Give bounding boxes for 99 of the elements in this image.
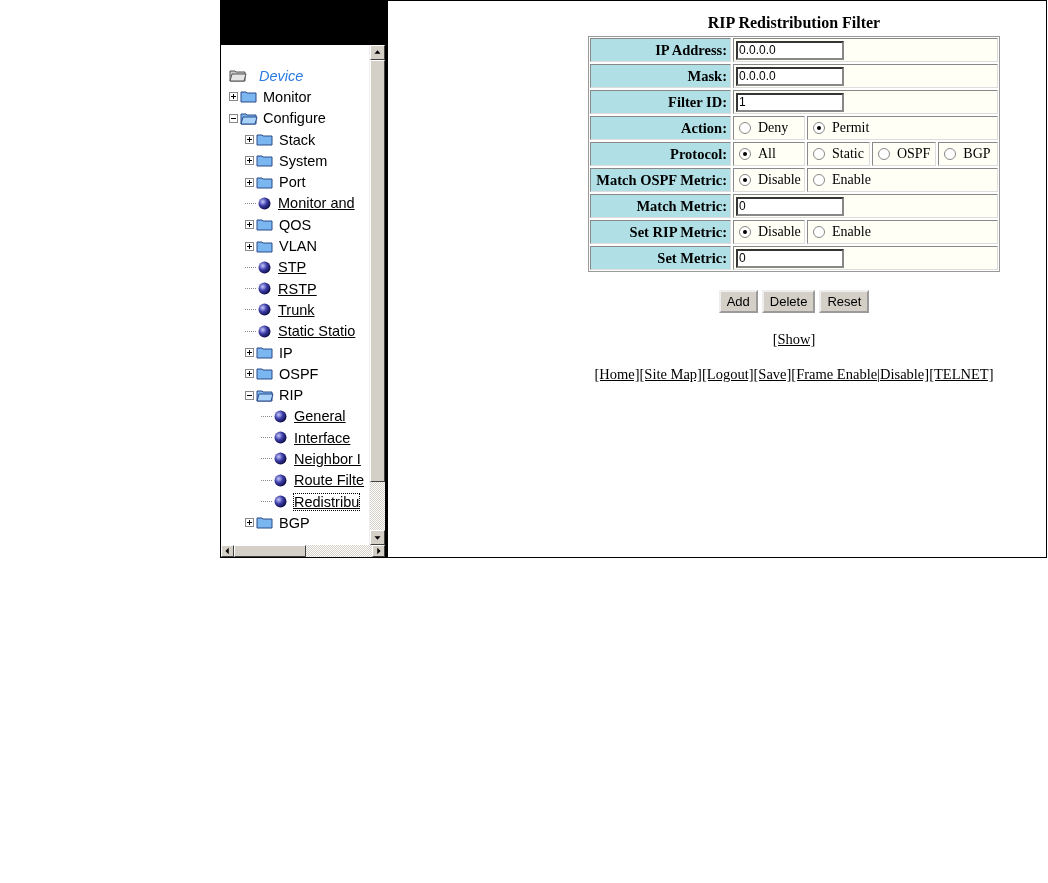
folder-icon xyxy=(240,111,258,125)
field-label: Filter ID: xyxy=(590,90,731,114)
tree-folder[interactable]: System xyxy=(279,152,328,169)
text-field[interactable]: 0 xyxy=(736,248,844,268)
field-label: Protocol: xyxy=(590,142,731,166)
folder-icon xyxy=(229,69,247,83)
radio-button[interactable] xyxy=(813,174,825,186)
radio-button[interactable] xyxy=(813,122,825,134)
scroll-right-icon[interactable] xyxy=(372,545,385,557)
folder-icon xyxy=(256,367,274,381)
expand-icon[interactable] xyxy=(245,177,254,187)
ball-icon xyxy=(258,324,271,338)
show-link[interactable]: [Show] xyxy=(772,331,816,348)
vertical-scrollbar[interactable] xyxy=(369,45,385,545)
tree-root-label[interactable]: Device xyxy=(259,67,304,84)
collapse-icon[interactable] xyxy=(245,390,254,400)
radio-button[interactable] xyxy=(813,148,825,160)
footer-link[interactable]: [Frame Enable xyxy=(791,366,878,383)
ball-icon xyxy=(274,452,287,466)
folder-icon xyxy=(256,346,274,359)
expand-icon[interactable] xyxy=(245,348,254,357)
ball-icon xyxy=(274,431,287,445)
ball-icon xyxy=(274,495,287,509)
folder-icon xyxy=(256,154,274,168)
footer-link[interactable]: [Site Map] xyxy=(639,366,702,383)
ball-icon xyxy=(258,196,271,210)
expand-icon[interactable] xyxy=(245,135,254,145)
folder-icon xyxy=(256,388,274,402)
folder-icon xyxy=(256,218,274,232)
field-label: Match Metric: xyxy=(590,194,731,218)
tree-link[interactable]: Monitor and xyxy=(278,195,355,212)
form-title: RIP Redistribution Filter xyxy=(707,14,881,32)
tree-folder[interactable]: Configure xyxy=(263,110,326,127)
scroll-thumb[interactable] xyxy=(234,545,306,557)
tree-folder[interactable]: Port xyxy=(279,174,306,191)
radio-button[interactable] xyxy=(739,226,751,238)
text-field[interactable]: 0 xyxy=(736,196,844,216)
tree-folder[interactable]: OSPF xyxy=(279,365,319,382)
radio-button[interactable] xyxy=(877,148,890,160)
scroll-thumb[interactable] xyxy=(370,60,385,482)
footer-link[interactable]: [TELNET] xyxy=(929,366,994,383)
tree-folder[interactable]: VLAN xyxy=(279,238,317,254)
ball-icon xyxy=(258,282,271,296)
footer-link[interactable]: |Disable] xyxy=(877,366,930,383)
expand-icon[interactable] xyxy=(245,369,254,379)
expand-icon[interactable] xyxy=(245,156,254,166)
text-field[interactable]: 0.0.0.0 xyxy=(736,66,844,86)
ball-icon xyxy=(258,260,271,274)
expand-icon[interactable] xyxy=(245,241,254,251)
form-button[interactable]: Add xyxy=(718,290,758,313)
form-button[interactable]: Reset xyxy=(819,290,870,313)
form-button[interactable]: Delete xyxy=(761,290,816,313)
scroll-up-icon[interactable] xyxy=(370,45,385,60)
folder-icon xyxy=(256,239,274,253)
field-label: Match OSPF Metric: xyxy=(590,168,731,192)
folder-icon xyxy=(256,133,274,147)
tree-link[interactable]: General xyxy=(294,408,346,425)
ball-icon xyxy=(258,303,271,317)
tree-link[interactable]: Static Statio xyxy=(278,323,356,340)
tree-folder[interactable]: Monitor xyxy=(263,88,312,105)
tree-folder[interactable]: RIP xyxy=(279,387,304,404)
tree-link[interactable]: Route Filte xyxy=(294,472,365,489)
tree-folder[interactable]: QOS xyxy=(279,216,312,233)
footer-link[interactable]: [Home] xyxy=(594,366,640,383)
tree-link[interactable]: RSTP xyxy=(278,280,317,297)
collapse-icon[interactable] xyxy=(229,113,238,123)
tree-link[interactable]: Neighbor I xyxy=(294,451,361,467)
field-label: Action: xyxy=(590,116,731,140)
expand-icon[interactable] xyxy=(245,518,254,528)
radio-button[interactable] xyxy=(739,122,751,134)
expand-icon[interactable] xyxy=(229,92,238,102)
tree-folder[interactable]: Stack xyxy=(279,131,316,148)
folder-icon xyxy=(256,175,274,189)
footer-link[interactable]: [Logout] xyxy=(701,366,754,383)
tree-folder[interactable]: BGP xyxy=(279,514,310,531)
text-field[interactable]: 1 xyxy=(736,92,844,112)
field-label: Mask: xyxy=(590,64,731,88)
tree-link[interactable]: Interface xyxy=(294,429,351,446)
radio-button[interactable] xyxy=(813,226,825,238)
folder-icon xyxy=(240,90,258,104)
tree-link[interactable]: STP xyxy=(278,259,307,276)
tree-link[interactable]: Redistribu xyxy=(294,493,360,510)
folder-icon xyxy=(256,516,274,530)
expand-icon[interactable] xyxy=(245,220,254,230)
field-label: Set Metric: xyxy=(590,246,731,270)
tree-folder[interactable]: IP xyxy=(279,344,293,361)
ball-icon xyxy=(274,473,287,487)
radio-button[interactable] xyxy=(739,148,751,160)
text-field[interactable]: 0.0.0.0 xyxy=(736,40,844,60)
ball-icon xyxy=(274,409,287,423)
field-label: IP Address: xyxy=(590,38,731,62)
radio-button[interactable] xyxy=(739,174,751,186)
radio-button[interactable] xyxy=(944,148,957,160)
footer-link[interactable]: [Save] xyxy=(753,366,792,383)
tree-link[interactable]: Trunk xyxy=(278,301,315,318)
scroll-left-icon[interactable] xyxy=(221,545,234,557)
scroll-down-icon[interactable] xyxy=(370,530,385,545)
horizontal-scrollbar[interactable] xyxy=(221,545,385,557)
field-label: Set RIP Metric: xyxy=(590,220,731,244)
